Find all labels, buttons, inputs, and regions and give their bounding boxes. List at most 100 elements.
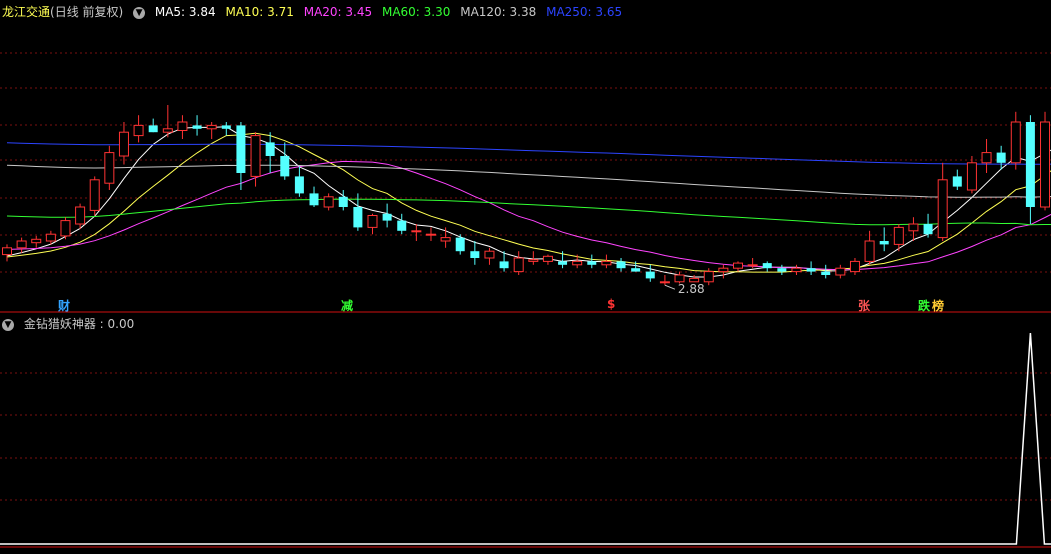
- low-price-label: 2.88: [678, 282, 705, 296]
- candle-body: [338, 196, 348, 207]
- ma250-label: MA250: 3.65: [546, 5, 623, 19]
- candle-body: [31, 238, 42, 244]
- indicator-legend: ▼ 金钻猎妖神器 : 0.00: [2, 315, 140, 332]
- candle-body: [455, 237, 465, 252]
- candle-body: [206, 124, 217, 130]
- candle-body: [75, 206, 86, 225]
- ma20-label: MA20: 3.45: [303, 5, 373, 19]
- candle-body: [966, 162, 977, 191]
- candle-body: [835, 267, 846, 276]
- candle-body: [1025, 122, 1035, 207]
- candle-body: [309, 193, 319, 206]
- signal-zhang: 张: [858, 299, 871, 313]
- candle-body: [923, 224, 933, 235]
- indicator-title: 金钻猎妖神器 : 0.00: [23, 317, 135, 331]
- candle-body: [323, 196, 334, 208]
- candle-body: [1040, 121, 1051, 208]
- candle-body: [821, 271, 831, 275]
- candle-body: [528, 259, 539, 262]
- candle-body: [747, 264, 758, 267]
- candle-body: [674, 274, 685, 283]
- candle-body: [601, 260, 612, 266]
- candle-body: [411, 230, 422, 233]
- candle-body: [616, 261, 626, 269]
- candle-body: [236, 125, 246, 173]
- candle-body: [45, 233, 56, 242]
- ma120-line: [6, 164, 1051, 198]
- candle-body: [221, 125, 231, 129]
- candle-body: [133, 124, 144, 137]
- low-marker: [664, 284, 676, 290]
- stock-name: 龙江交通: [2, 5, 51, 19]
- signal-die: 跌: [918, 299, 931, 313]
- chevron-down-icon[interactable]: ▼: [2, 318, 14, 331]
- candle-body: [104, 152, 115, 184]
- candle-body: [192, 125, 202, 129]
- ma10-label: MA10: 3.71: [225, 5, 294, 19]
- candle-body: [440, 237, 451, 242]
- candle-body: [397, 220, 407, 231]
- candle-body: [718, 267, 729, 273]
- candle-body: [499, 261, 509, 269]
- ma20-line: [6, 160, 1051, 271]
- candle-body: [996, 152, 1006, 163]
- candle-body: [118, 131, 129, 157]
- signal-dollar: $: [607, 297, 616, 311]
- main-legend: 龙江交通(日线 前复权) ▼ MA5: 3.84 MA10: 3.71 MA20…: [2, 3, 628, 20]
- candle-body: [558, 261, 568, 265]
- candle-body: [733, 262, 743, 269]
- candle-body: [864, 240, 875, 262]
- signal-jian: 减: [341, 299, 354, 313]
- signal-bang: 榜: [932, 299, 945, 313]
- candle-body: [353, 207, 363, 228]
- candle-body: [484, 250, 495, 259]
- indicator-line: [0, 332, 1051, 545]
- candle-body: [2, 247, 12, 256]
- candle-body: [513, 257, 524, 273]
- candle-body: [893, 226, 904, 245]
- candle-body: [587, 261, 597, 265]
- candle-body: [148, 125, 158, 133]
- ma120-label: MA120: 3.38: [460, 5, 537, 19]
- candle-body: [16, 240, 27, 249]
- period-label: (日线 前复权): [50, 5, 124, 19]
- ma60-line: [6, 198, 1051, 226]
- candle-body: [937, 179, 948, 239]
- candle-body: [265, 142, 275, 156]
- candle-body: [162, 128, 173, 133]
- candle-body: [879, 241, 889, 245]
- candle-body: [777, 268, 787, 272]
- kline-chart: 4.322.88: [0, 52, 1051, 548]
- candle-body: [250, 135, 261, 177]
- candle-body: [470, 251, 480, 258]
- candle-body: [382, 213, 392, 221]
- candle-body: [572, 260, 583, 266]
- candle-body: [806, 268, 816, 272]
- ma60-label: MA60: 3.30: [381, 5, 451, 19]
- candle-body: [89, 179, 100, 211]
- candle-body: [952, 176, 962, 187]
- candle-body: [294, 176, 304, 194]
- candle-body: [908, 223, 919, 232]
- candle-body: [367, 215, 378, 228]
- candle-body: [280, 156, 290, 177]
- candle-body: [177, 121, 188, 131]
- ma5-label: MA5: 3.84: [154, 5, 216, 19]
- candle-body: [542, 255, 553, 262]
- ma5-line: [6, 126, 1051, 278]
- candle-body: [791, 267, 802, 273]
- candle-body: [60, 220, 71, 237]
- candle-body: [645, 271, 655, 279]
- candle-body: [1010, 121, 1021, 164]
- ma250-line: [6, 142, 1051, 165]
- candle-body: [425, 233, 436, 236]
- chart-stage: 4.322.88 龙江交通(日线 前复权) ▼ MA5: 3.84 MA10: …: [0, 0, 1051, 550]
- candle-body: [659, 281, 670, 284]
- candle-body: [981, 152, 992, 164]
- candle-body: [631, 268, 641, 272]
- candle-body: [703, 271, 714, 283]
- chevron-down-icon[interactable]: ▼: [133, 6, 146, 19]
- candle-body: [849, 260, 860, 273]
- signal-cai: 财: [58, 299, 71, 313]
- candle-body: [762, 263, 772, 269]
